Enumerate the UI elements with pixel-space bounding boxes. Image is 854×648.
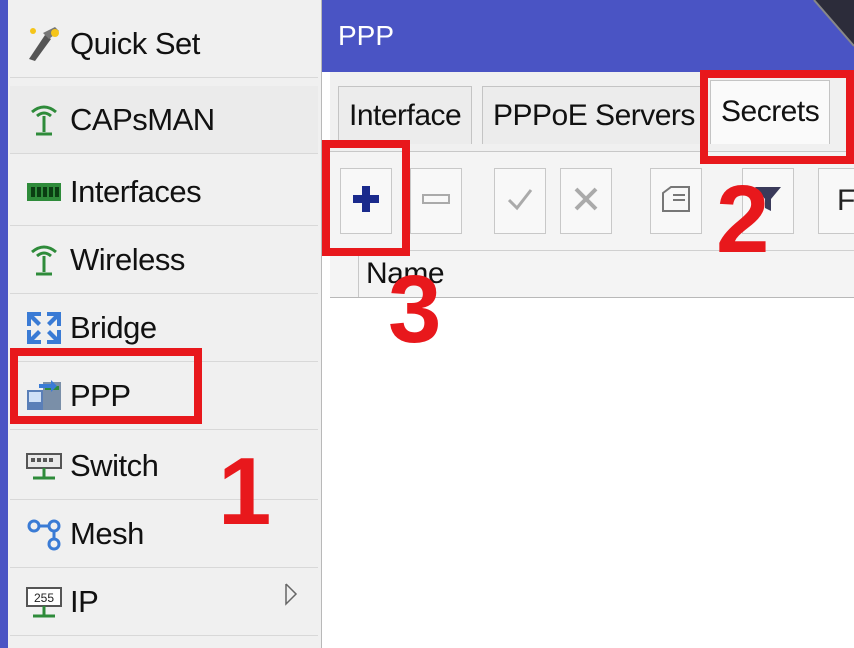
comment-icon (661, 185, 691, 218)
sidebar-item-label: IP (70, 583, 99, 619)
antenna-icon (24, 100, 64, 140)
window-title-bar: PPP (322, 0, 854, 72)
interfaces-icon (24, 172, 64, 212)
annotation-step-1: 1 (218, 438, 272, 545)
window-title: PPP (338, 20, 395, 51)
sidebar-item-switch[interactable]: Switch (10, 432, 318, 500)
row-selector-header (330, 251, 359, 297)
ip-icon: 255 (24, 582, 64, 622)
annotation-box-ppp (10, 348, 202, 424)
ip-icon-text: 255 (34, 591, 54, 605)
submenu-arrow-icon (284, 582, 298, 611)
sidebar-item-label: Bridge (70, 309, 157, 345)
tab-interface[interactable]: Interface (338, 86, 473, 144)
sidebar-item-label: Switch (70, 447, 159, 483)
disable-button[interactable] (560, 168, 612, 234)
find-button[interactable]: F (818, 168, 854, 234)
disable-x-icon (571, 184, 601, 219)
annotation-box-secrets (700, 70, 854, 164)
annotation-step-2: 2 (716, 166, 770, 273)
remove-icon (421, 192, 451, 210)
sidebar-item-mesh[interactable]: Mesh (10, 500, 318, 568)
sidebar-item-label: Wireless (70, 241, 185, 277)
mesh-icon (24, 514, 64, 554)
sidebar-item-ip[interactable]: 255 IP (10, 568, 318, 636)
tab-label: Interface (349, 99, 462, 132)
sidebar-item-interfaces[interactable]: Interfaces (10, 158, 318, 226)
find-button-label: F (837, 184, 854, 217)
sidebar-item-label: Mesh (70, 515, 144, 551)
sidebar-item-label: CAPsMAN (70, 101, 215, 137)
sidebar-item-capsman[interactable]: CAPsMAN (10, 86, 318, 154)
sidebar-item-label: Quick Set (70, 25, 200, 61)
annotation-box-add (322, 140, 410, 256)
window-corner-decoration (813, 0, 854, 47)
tab-label: PPPoE Servers (493, 99, 695, 132)
sidebar-accent-bar (0, 0, 8, 648)
enable-button[interactable] (494, 168, 546, 234)
sidebar-item-wireless[interactable]: Wireless (10, 226, 318, 294)
sidebar-item-label: Interfaces (70, 173, 202, 209)
sidebar: Quick Set CAPsMAN Interfaces Wireless Br… (0, 0, 322, 648)
remove-button[interactable] (410, 168, 462, 234)
tab-pppoe-servers[interactable]: PPPoE Servers (482, 86, 706, 144)
annotation-step-3: 3 (388, 256, 442, 363)
enable-check-icon (505, 184, 535, 219)
quick-set-icon (24, 24, 64, 64)
switch-icon (24, 446, 64, 486)
comment-button[interactable] (650, 168, 702, 234)
bridge-icon (24, 308, 64, 348)
sidebar-item-quick-set[interactable]: Quick Set (10, 10, 318, 78)
wireless-antenna-icon (24, 240, 64, 280)
